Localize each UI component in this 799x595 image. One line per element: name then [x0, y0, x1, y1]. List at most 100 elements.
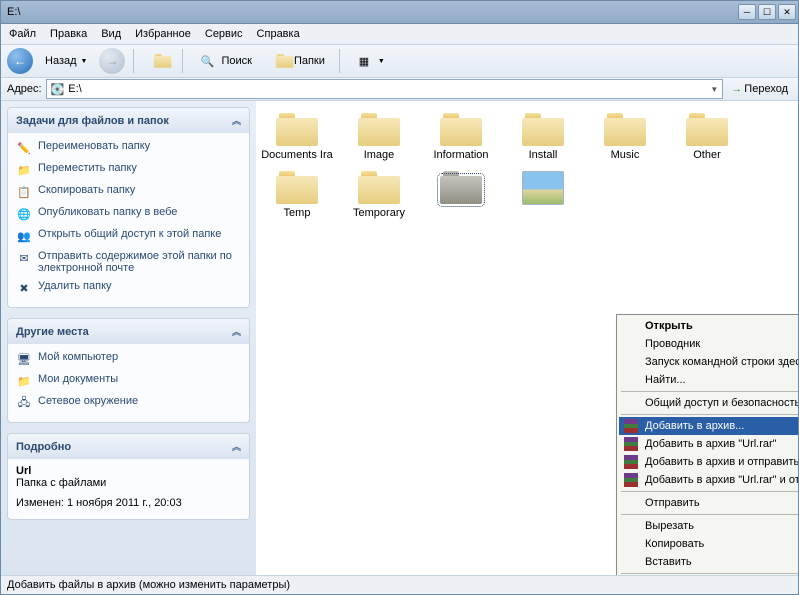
close-button[interactable]: ✕ [778, 4, 796, 20]
folder-icon [358, 171, 400, 205]
menu-file[interactable]: Файл [9, 28, 36, 40]
folders-icon [270, 51, 290, 71]
menu-help[interactable]: Справка [257, 28, 300, 40]
copy-icon: 📋 [16, 184, 32, 200]
go-button[interactable]: → Переход [727, 80, 792, 98]
menu-tools[interactable]: Сервис [205, 28, 243, 40]
folders-button[interactable]: Папки [264, 48, 331, 74]
tasks-header[interactable]: Задачи для файлов и папок︽ [8, 108, 249, 133]
file-label: Documents Ira [256, 149, 338, 161]
file-item[interactable] [420, 167, 502, 225]
archive-icon [623, 418, 639, 434]
places-panel: Другие места︽ 🖥Мой компьютер📁Мои докумен… [7, 318, 250, 423]
place-label: Мой компьютер [38, 351, 118, 363]
context-menu-item[interactable]: Добавить в архив "Url.rar" [619, 435, 798, 453]
drive-icon: 💽 [51, 83, 65, 96]
context-menu-label: Открыть [645, 320, 693, 332]
context-menu: Открыть Проводник Запуск командной строки … [616, 314, 798, 575]
file-item[interactable]: Music [584, 109, 666, 167]
task-label: Переместить папку [38, 162, 137, 174]
task-item[interactable]: 👥Открыть общий доступ к этой папке [12, 225, 245, 247]
task-item[interactable]: 🌐 Опубликовать папку в вебе [12, 203, 245, 225]
context-menu-item[interactable]: Отправить▶ [619, 494, 798, 512]
minimize-button[interactable]: ─ [738, 4, 756, 20]
views-icon: ▦ [354, 51, 374, 71]
chevron-up-icon: ︽ [232, 325, 241, 338]
places-header[interactable]: Другие места︽ [8, 319, 249, 344]
menubar: Файл Правка Вид Избранное Сервис Справка [1, 24, 798, 45]
publish-icon: 🌐 [16, 206, 32, 222]
folder-icon [276, 171, 318, 205]
status-bar: Добавить файлы в архив (можно изменить п… [1, 575, 798, 594]
context-menu-label: Отправить [645, 497, 700, 509]
chevron-down-icon[interactable]: ▼ [710, 85, 718, 94]
folder-open-icon [440, 171, 482, 205]
file-item[interactable] [502, 167, 584, 225]
back-button[interactable]: ← [7, 48, 33, 74]
side-pane: Задачи для файлов и папок︽ ✏️ Переименова… [1, 101, 256, 575]
task-item[interactable]: ✉Отправить содержимое этой папки по элек… [12, 247, 245, 277]
context-menu-item[interactable]: Найти... [619, 371, 798, 389]
chevron-up-icon: ︽ [232, 114, 241, 127]
file-item[interactable]: Install [502, 109, 584, 167]
context-menu-item[interactable]: Проводник [619, 335, 798, 353]
menu-favorites[interactable]: Избранное [135, 28, 191, 40]
context-menu-label: Проводник [645, 338, 700, 350]
details-header[interactable]: Подробно︽ [8, 434, 249, 459]
mydocs-icon: 📁 [16, 373, 32, 389]
context-menu-item[interactable]: Добавить в архив... [619, 417, 798, 435]
context-menu-item[interactable]: Общий доступ и безопасность... [619, 394, 798, 412]
views-button[interactable]: ▦▼ [348, 48, 391, 74]
menu-edit[interactable]: Правка [50, 28, 87, 40]
file-item[interactable]: Documents Ira [256, 109, 338, 167]
file-item[interactable]: Temporary [338, 167, 420, 225]
content-area[interactable]: Documents IraImageInformationInstallMusi… [256, 101, 798, 575]
task-item[interactable]: ✏️ Переименовать папку [12, 137, 245, 159]
forward-button[interactable]: → [99, 48, 125, 74]
file-item[interactable]: Image [338, 109, 420, 167]
menu-separator [621, 491, 798, 492]
task-item[interactable]: ✖Удалить папку [12, 277, 245, 299]
move-icon: 📁 [16, 162, 32, 178]
context-menu-item[interactable]: Копировать [619, 535, 798, 553]
address-input[interactable]: 💽 E:\ ▼ [46, 79, 724, 99]
menu-view[interactable]: Вид [101, 28, 121, 40]
folder-icon [604, 113, 646, 147]
context-menu-item[interactable]: Запуск командной строки здесь [619, 353, 798, 371]
search-button[interactable]: 🔍Поиск [191, 48, 257, 74]
menu-separator [621, 573, 798, 574]
place-item[interactable]: 🖧Сетевое окружение [12, 392, 245, 414]
titlebar[interactable]: E:\ ─ ☐ ✕ [1, 1, 798, 24]
context-menu-item[interactable]: Вырезать [619, 517, 798, 535]
search-icon: 🔍 [197, 51, 217, 71]
rename-icon: ✏️ [16, 140, 32, 156]
context-menu-label: Добавить в архив и отправить по e-mail..… [645, 456, 798, 468]
back-label[interactable]: Назад ▼ [39, 48, 93, 74]
task-item[interactable]: 📋Скопировать папку [12, 181, 245, 203]
maximize-button[interactable]: ☐ [758, 4, 776, 20]
context-menu-label: Запуск командной строки здесь [645, 356, 798, 368]
up-button[interactable] [142, 48, 174, 74]
file-item[interactable]: Temp [256, 167, 338, 225]
task-item[interactable]: 📁 Переместить папку [12, 159, 245, 181]
place-item[interactable]: 🖥Мой компьютер [12, 348, 245, 370]
file-label: Music [584, 149, 666, 161]
image-file-icon [522, 171, 564, 205]
file-label: Other [666, 149, 748, 161]
file-label: Temporary [338, 207, 420, 219]
context-menu-label: Добавить в архив... [645, 420, 744, 432]
details-type: Папка с файлами [16, 477, 241, 489]
place-item[interactable]: 📁Мои документы [12, 370, 245, 392]
file-item[interactable]: Information [420, 109, 502, 167]
folder-icon [440, 113, 482, 147]
address-bar: Адрес: 💽 E:\ ▼ → Переход [1, 78, 798, 101]
task-label: Переименовать папку [38, 140, 150, 152]
task-label: Опубликовать папку в вебе [38, 206, 177, 218]
context-menu-item[interactable]: Добавить в архив "Url.rar" и отправить п… [619, 471, 798, 489]
file-item[interactable]: Other [666, 109, 748, 167]
context-menu-item[interactable]: Открыть [619, 317, 798, 335]
email-icon: ✉ [16, 250, 32, 266]
context-menu-item[interactable]: Добавить в архив и отправить по e-mail..… [619, 453, 798, 471]
context-menu-item[interactable]: Вставить [619, 553, 798, 571]
folder-icon [358, 113, 400, 147]
